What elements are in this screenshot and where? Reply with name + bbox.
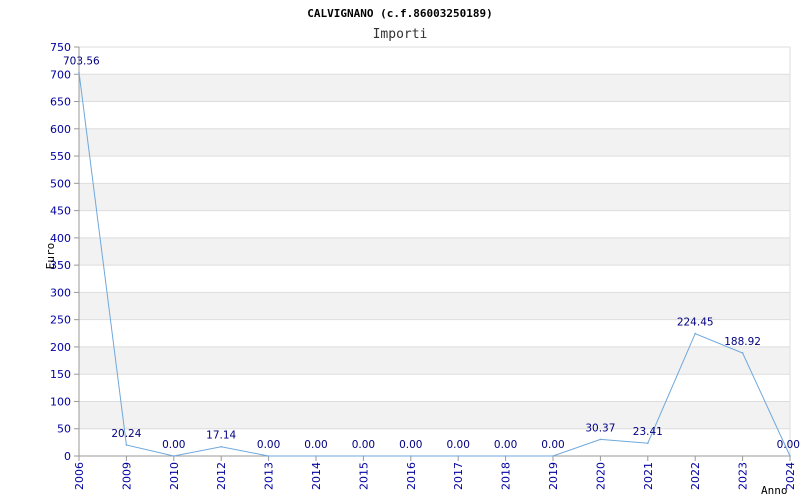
y-tick-label: 650 (50, 96, 71, 109)
data-label: 224.45 (677, 317, 714, 329)
data-point (410, 455, 412, 457)
data-label: 188.92 (724, 336, 761, 348)
y-tick-label: 150 (50, 368, 71, 381)
x-tick-label: 2010 (168, 462, 181, 490)
grid-band (79, 128, 790, 157)
x-tick-label: 2013 (263, 462, 276, 490)
y-tick-label: 50 (57, 423, 71, 436)
data-point (599, 438, 602, 441)
x-tick-label: 2020 (594, 462, 607, 490)
chart-container: 0 50 100 150 200 250 300 350 400 450 500 550 600 650 7… (0, 0, 800, 500)
y-tick-label: 700 (50, 68, 71, 81)
y-tick-label: 200 (50, 341, 71, 354)
x-axis-label: Anno (761, 484, 788, 497)
background-bands (79, 74, 790, 429)
data-label: 0.00 (257, 439, 280, 451)
grid-band (79, 74, 790, 102)
data-point (504, 455, 507, 457)
grid-band (79, 183, 790, 211)
data-label: 0.00 (447, 439, 470, 451)
grid-band (79, 401, 790, 429)
x-tick-label: 2006 (73, 462, 86, 490)
grid-band (79, 292, 790, 320)
y-tick-label: 300 (50, 286, 71, 299)
x-tick-label: 2021 (642, 462, 655, 490)
data-label: 30.37 (585, 422, 615, 434)
data-label: 0.00 (494, 439, 517, 451)
data-point (362, 455, 365, 457)
x-tick-label: 2017 (452, 462, 465, 490)
y-tick-label: 500 (50, 177, 71, 190)
data-point (315, 455, 317, 457)
data-label: 23.41 (633, 426, 663, 438)
y-tick-label: 600 (50, 123, 71, 136)
y-axis-label: Euro (44, 243, 57, 270)
data-point (267, 455, 270, 457)
data-point (220, 445, 222, 448)
data-label: 0.00 (541, 439, 564, 451)
chart-subtitle: Importi (373, 27, 428, 42)
data-point (741, 352, 744, 354)
data-label: 20.24 (111, 428, 141, 440)
data-point (694, 332, 696, 335)
data-label: 0.00 (777, 439, 800, 451)
y-tick-label: 0 (64, 450, 71, 463)
data-label: 0.00 (304, 439, 327, 451)
x-tick-label: 2019 (547, 462, 560, 490)
x-tick-label: 2023 (737, 462, 750, 490)
x-tick-label: 2022 (689, 462, 702, 490)
data-point (457, 455, 460, 457)
data-point (173, 455, 175, 457)
x-tick-labels: 2006 2009 2010 2012 2013 2014 2015 2016 2017 2018… (73, 462, 797, 490)
data-label: 17.14 (206, 430, 236, 442)
x-tick-label: 2018 (500, 462, 513, 490)
y-tick-label: 550 (50, 150, 71, 163)
x-tick-label: 2014 (310, 462, 323, 490)
y-tick-label: 100 (50, 395, 71, 408)
y-tick-label: 450 (50, 205, 71, 218)
data-point (552, 455, 554, 457)
x-tick-label: 2012 (215, 462, 228, 490)
data-label: 0.00 (352, 439, 375, 451)
x-tick-label: 2009 (120, 462, 133, 490)
data-point (789, 455, 791, 457)
data-point (125, 444, 128, 446)
data-point (647, 442, 649, 445)
data-label: 0.00 (162, 439, 185, 451)
x-tick-label: 2015 (357, 462, 370, 490)
y-tick-label: 250 (50, 314, 71, 327)
y-tick-label: 750 (50, 41, 71, 54)
line-chart: 0501001502002503003504004505005506006507… (44, 7, 800, 497)
x-tick-label: 2016 (405, 462, 418, 490)
chart-title: CALVIGNANO (c.f.86003250189) (307, 7, 492, 20)
data-point (78, 71, 80, 74)
data-label: 703.56 (63, 55, 100, 67)
grid-band (79, 237, 790, 266)
data-label: 0.00 (399, 439, 422, 451)
